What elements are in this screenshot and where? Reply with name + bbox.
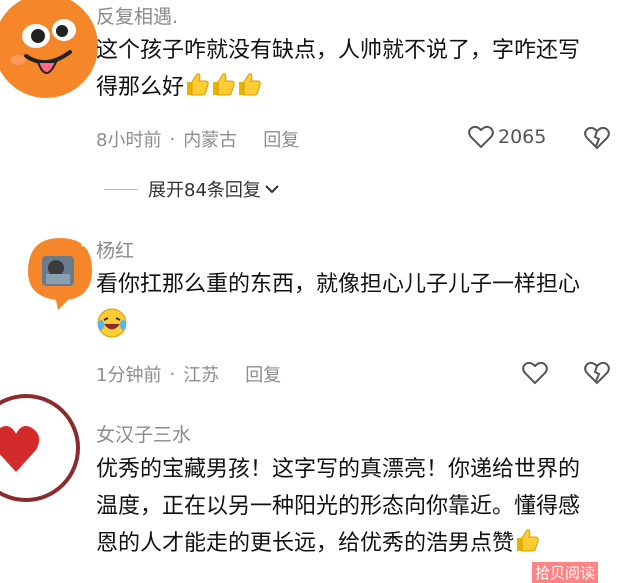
broken-heart-icon xyxy=(584,126,610,150)
meta-separator: · xyxy=(169,363,176,385)
reply-button[interactable]: 回复 xyxy=(245,361,281,387)
commenter-name[interactable]: 反复相遇. xyxy=(96,2,178,29)
avatar[interactable] xyxy=(0,0,100,108)
reply-button[interactable]: 回复 xyxy=(263,126,299,152)
like-button[interactable] xyxy=(522,361,548,385)
dislike-button[interactable] xyxy=(584,361,610,385)
comment-line: 这个孩子咋就没有缺点，人帅就不说了，字咋还写 xyxy=(96,38,581,63)
watermark: 拾贝阅读 xyxy=(532,562,599,583)
heart-outline-icon xyxy=(468,125,494,149)
like-count: 2065 xyxy=(498,126,547,148)
comment-line: 优秀的宝藏男孩！这字写的真漂亮！你递给世界的 xyxy=(96,457,581,482)
comment-2: 杨红 看你扛那么重的东西，就像担心儿子儿子一样担心 1分钟前 · 江苏 回复 xyxy=(0,220,640,390)
laughing-crying-emoji-icon xyxy=(96,307,636,351)
heart-outline-icon xyxy=(522,361,548,385)
comment-meta: 1分钟前 · 江苏 回复 xyxy=(96,361,281,387)
avatar[interactable] xyxy=(0,388,86,516)
avatar[interactable] xyxy=(20,232,100,314)
thumbs-up-emoji-icon xyxy=(514,527,540,553)
broken-heart-icon xyxy=(584,361,610,385)
expand-replies-label: 展开84条回复 xyxy=(148,180,261,201)
like-button[interactable]: 2065 xyxy=(468,125,546,149)
comment-1: 反复相遇. 这个孩子咋就没有缺点，人帅就不说了，字咋还写 得那么好 8小时前 ·… xyxy=(0,0,640,215)
comment-text: 这个孩子咋就没有缺点，人帅就不说了，字咋还写 得那么好 xyxy=(96,32,636,106)
expand-replies-button[interactable]: 展开84条回复 xyxy=(104,176,279,202)
comment-line-with-emoji: 恩的人才能走的更长远，给优秀的浩男点赞 xyxy=(96,525,636,562)
comment-line: 看你扛那么重的东西，就像担心儿子儿子一样担心 xyxy=(96,272,581,297)
comment-time: 1分钟前 xyxy=(96,365,162,386)
comment-line-with-emoji: 得那么好 xyxy=(96,69,636,106)
comment-location: 江苏 xyxy=(183,365,220,386)
commenter-name[interactable]: 杨红 xyxy=(96,236,134,263)
avatar-image xyxy=(28,238,94,310)
comment-location: 内蒙古 xyxy=(183,130,238,151)
thumbs-up-emoji-icon xyxy=(236,71,262,97)
expand-divider xyxy=(104,188,138,190)
comment-text: 优秀的宝藏男孩！这字写的真漂亮！你递给世界的 温度，正在以另一种阳光的形态向你靠… xyxy=(96,451,636,562)
chevron-down-icon xyxy=(265,184,279,194)
avatar-image xyxy=(0,0,98,98)
avatar-image xyxy=(0,394,80,502)
comment-text: 看你扛那么重的东西，就像担心儿子儿子一样担心 xyxy=(96,266,636,351)
meta-separator: · xyxy=(169,128,176,150)
comment-line: 得那么好 xyxy=(96,75,185,100)
commenter-name[interactable]: 女汉子三水 xyxy=(96,420,191,447)
thumbs-up-emoji-icon xyxy=(210,71,236,97)
comment-time: 8小时前 xyxy=(96,130,162,151)
comment-line: 恩的人才能走的更长远，给优秀的浩男点赞 xyxy=(96,531,515,556)
thumbs-up-emoji-icon xyxy=(184,71,210,97)
dislike-button[interactable] xyxy=(584,126,610,150)
comment-3: 女汉子三水 优秀的宝藏男孩！这字写的真漂亮！你递给世界的 温度，正在以另一种阳光… xyxy=(0,394,640,583)
comment-line: 温度，正在以另一种阳光的形态向你靠近。懂得感 xyxy=(96,494,581,519)
comment-meta: 8小时前 · 内蒙古 回复 xyxy=(96,126,299,152)
